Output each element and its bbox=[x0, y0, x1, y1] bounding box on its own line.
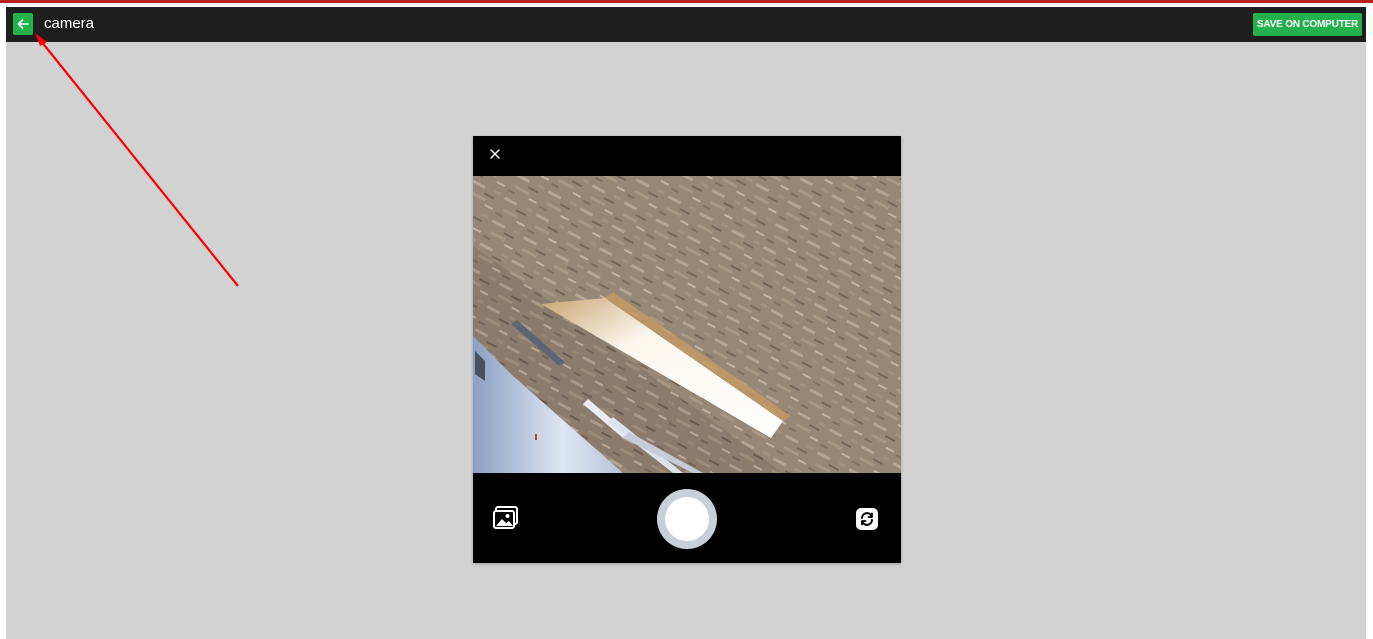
camera-preview-image bbox=[473, 176, 901, 473]
camera-viewfinder bbox=[473, 176, 901, 473]
top-border bbox=[0, 0, 1373, 3]
shutter-icon bbox=[665, 497, 709, 541]
page-title: camera bbox=[44, 15, 95, 32]
app-window: camera SAVE ON COMPUTER bbox=[0, 0, 1373, 639]
save-on-computer-button[interactable]: SAVE ON COMPUTER bbox=[1252, 13, 1362, 36]
arrow-left-icon bbox=[17, 19, 29, 29]
camera-controls bbox=[473, 473, 901, 563]
app-header: camera SAVE ON COMPUTER bbox=[6, 7, 1366, 42]
back-button[interactable] bbox=[13, 13, 33, 35]
shutter-button[interactable] bbox=[657, 489, 717, 549]
gallery-icon[interactable] bbox=[493, 506, 519, 530]
camera-dialog bbox=[473, 136, 901, 563]
close-icon[interactable] bbox=[487, 146, 503, 162]
switch-camera-icon[interactable] bbox=[855, 507, 879, 531]
window-edge bbox=[1366, 3, 1373, 639]
